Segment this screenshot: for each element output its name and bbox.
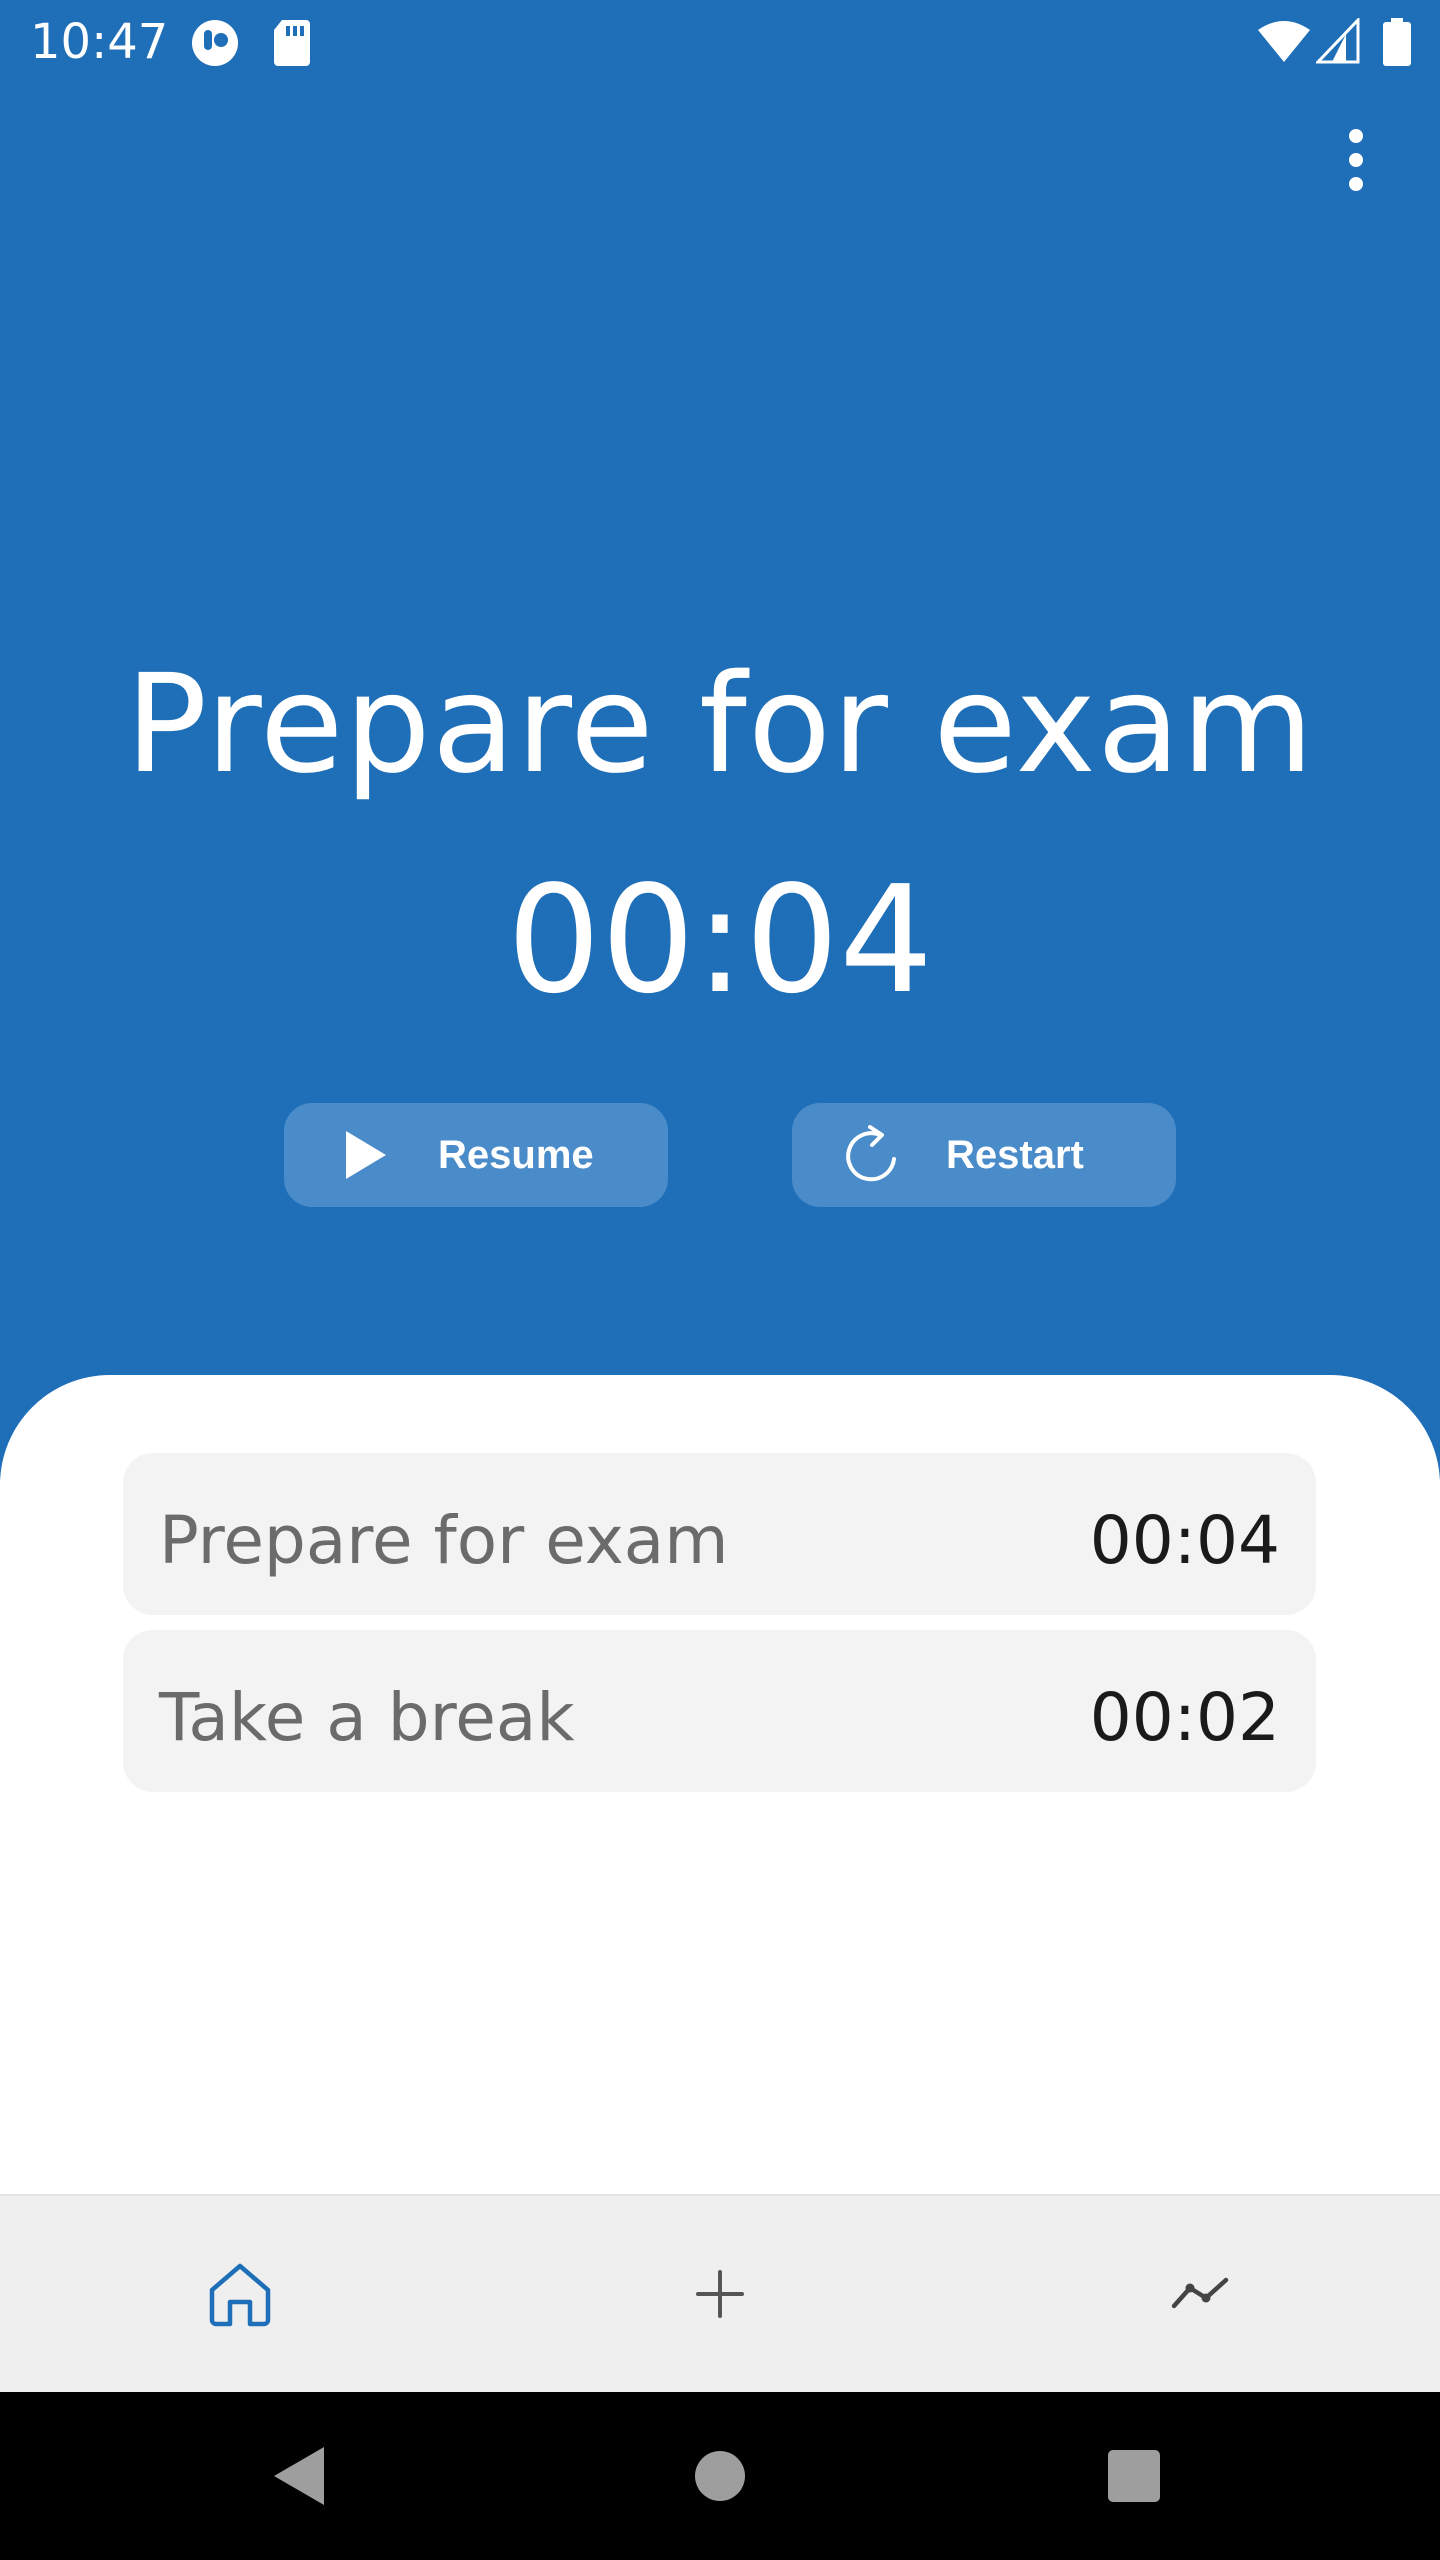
recents-icon	[1108, 2450, 1160, 2502]
task-row[interactable]: Prepare for exam 00:04	[123, 1453, 1316, 1615]
nav-add[interactable]	[480, 2196, 960, 2392]
nav-home[interactable]	[0, 2196, 480, 2392]
status-time: 10:47	[30, 14, 169, 70]
battery-icon	[1382, 18, 1412, 71]
nav-stats[interactable]	[960, 2196, 1440, 2392]
task-name: Prepare for exam	[159, 1502, 729, 1579]
bottom-navigation	[0, 2194, 1440, 2392]
sd-card-icon	[272, 18, 312, 71]
task-duration: 00:02	[1089, 1679, 1280, 1756]
status-bar: 10:47	[0, 0, 1440, 84]
more-vert-icon	[1349, 129, 1363, 143]
play-icon	[334, 1125, 394, 1185]
resume-button[interactable]: Resume	[284, 1103, 668, 1207]
system-recents-button[interactable]	[1034, 2392, 1234, 2560]
cell-signal-icon	[1314, 16, 1360, 69]
back-icon	[274, 2447, 324, 2505]
stats-icon	[1171, 2277, 1229, 2309]
restart-label: Restart	[946, 1133, 1084, 1177]
timer-display: 00:04	[506, 854, 934, 1026]
app-notification-icon	[190, 18, 240, 73]
restart-button[interactable]: Restart	[792, 1103, 1176, 1207]
home-icon	[209, 2263, 271, 2327]
system-navigation-bar	[0, 2392, 1440, 2560]
more-options-button[interactable]	[1320, 120, 1392, 200]
home-circle-icon	[695, 2451, 745, 2501]
task-name: Take a break	[159, 1679, 575, 1756]
task-duration: 00:04	[1089, 1502, 1280, 1579]
system-home-button[interactable]	[620, 2392, 820, 2560]
current-task-title: Prepare for exam	[125, 646, 1315, 804]
system-back-button[interactable]	[200, 2392, 400, 2560]
wifi-icon	[1256, 18, 1312, 69]
task-row[interactable]: Take a break 00:02	[123, 1630, 1316, 1792]
resume-label: Resume	[438, 1133, 594, 1177]
add-icon	[696, 2270, 744, 2318]
restart-icon	[842, 1125, 902, 1185]
